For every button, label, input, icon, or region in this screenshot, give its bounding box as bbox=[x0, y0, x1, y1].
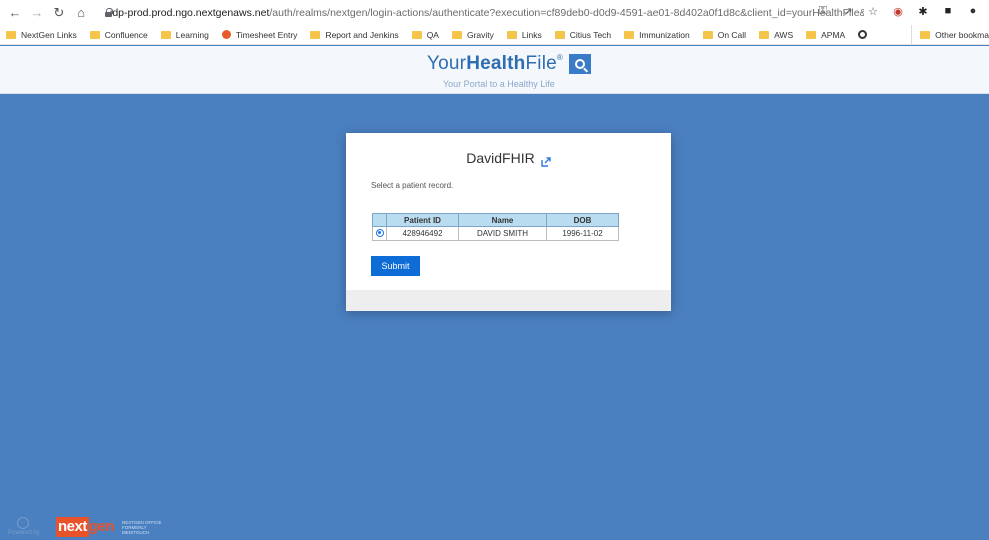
bookmark-globe[interactable] bbox=[858, 30, 868, 39]
column-header-dob: DOB bbox=[546, 213, 619, 227]
logo-text: YourHealthFile® bbox=[427, 53, 563, 75]
url-path: /auth/realms/nextgen/login-actions/authe… bbox=[269, 6, 864, 19]
column-header-name: Name bbox=[458, 213, 547, 227]
puzzle-icon[interactable]: ✱ bbox=[915, 3, 931, 19]
star-icon[interactable]: ☆ bbox=[865, 3, 881, 19]
bookmark-nextgen-links[interactable]: NextGen Links bbox=[6, 30, 77, 40]
folder-icon bbox=[806, 30, 817, 39]
url-host: idp-prod.prod.ngo.nextgenaws.net bbox=[110, 6, 270, 19]
logo-prefix: Your bbox=[427, 53, 467, 74]
profile-avatar-icon[interactable]: ● bbox=[965, 3, 981, 19]
yourhealthfile-logo[interactable]: YourHealthFile® bbox=[427, 53, 592, 75]
back-arrow-icon[interactable]: ← bbox=[6, 4, 24, 22]
patient-table: Patient ID Name DOB 428946492 DAVID SMIT… bbox=[372, 213, 619, 241]
magnifier-icon bbox=[569, 54, 592, 74]
folder-icon bbox=[89, 30, 100, 39]
logo-bold: Health bbox=[466, 53, 526, 74]
powered-by-icon bbox=[17, 517, 29, 529]
submit-button[interactable]: Submit bbox=[371, 256, 420, 276]
folder-icon bbox=[411, 30, 422, 39]
bookmark-learning[interactable]: Learning bbox=[160, 29, 209, 40]
sidebar-icon[interactable]: ■ bbox=[940, 3, 956, 19]
folder-icon bbox=[506, 30, 517, 39]
powered-by-label: Powered by bbox=[8, 530, 40, 536]
browser-toolbar: ← → ↻ ⌂ idp-prod.prod.ngo.nextgenaws.net… bbox=[0, 0, 989, 25]
bookmark-label: Links bbox=[521, 29, 542, 40]
bookmark-apma[interactable]: APMA bbox=[806, 30, 845, 40]
card-footer bbox=[346, 290, 671, 311]
bookmark-timesheet-entry[interactable]: Timesheet Entry bbox=[221, 29, 298, 40]
powered-by: Powered by bbox=[8, 516, 48, 538]
bookmark-label: Immunization bbox=[639, 29, 690, 40]
bookmark-label: NextGen Links bbox=[21, 29, 77, 40]
row-select-cell[interactable] bbox=[372, 226, 387, 241]
folder-icon bbox=[554, 30, 565, 39]
folder-icon bbox=[160, 30, 171, 39]
bookmark-label: QA bbox=[426, 29, 439, 40]
footer-branding: Powered by next gen NEXTGEN OFFICE FORMER… bbox=[8, 514, 166, 540]
folder-icon bbox=[310, 30, 321, 39]
folder-icon bbox=[702, 30, 713, 39]
column-header-patient-id: Patient ID bbox=[386, 213, 459, 227]
bookmark-on-call[interactable]: On Call bbox=[702, 29, 747, 40]
reload-icon[interactable]: ↻ bbox=[50, 4, 68, 22]
brand-gen: gen bbox=[88, 518, 115, 535]
bookmark-label: Citius Tech bbox=[569, 29, 612, 40]
bookmark-immunization[interactable]: Immunization bbox=[624, 30, 690, 40]
account-name: DavidFHIR bbox=[466, 150, 535, 166]
key-icon[interactable]: ⚿ bbox=[815, 3, 831, 19]
extension-glasses-icon[interactable]: ◉ bbox=[890, 3, 906, 19]
bookmark-citius-tech[interactable]: Citius Tech bbox=[554, 29, 612, 40]
forward-arrow-icon[interactable]: → bbox=[28, 4, 46, 22]
bookmark-links[interactable]: Links bbox=[506, 29, 542, 40]
globe-icon bbox=[858, 30, 868, 39]
bookmark-label: Timesheet Entry bbox=[235, 29, 298, 40]
home-icon[interactable]: ⌂ bbox=[72, 4, 90, 22]
external-link-icon[interactable] bbox=[541, 154, 551, 167]
card-title: DavidFHIR bbox=[346, 150, 671, 167]
app-icon bbox=[221, 30, 231, 39]
table-row[interactable]: 428946492 DAVID SMITH 1996-11-02 bbox=[372, 226, 619, 241]
cell-patient-id: 428946492 bbox=[386, 226, 459, 241]
bookmarks-bar: NextGen Links Confluence Learning Timesh… bbox=[0, 25, 989, 45]
logo-suffix: File bbox=[525, 53, 557, 74]
bookmark-label: Confluence bbox=[104, 29, 148, 40]
tagline: Your Portal to a Healthy Life bbox=[443, 79, 555, 89]
instruction-text: Select a patient record. bbox=[371, 181, 454, 190]
select-column-header bbox=[372, 213, 387, 227]
bookmark-label: Learning bbox=[175, 29, 209, 40]
brand-next: next bbox=[56, 517, 89, 537]
bookmark-label: AWS bbox=[774, 29, 794, 40]
bookmark-label: Gravity bbox=[466, 29, 494, 40]
table-header-row: Patient ID Name DOB bbox=[372, 213, 619, 227]
patient-radio[interactable] bbox=[375, 228, 384, 237]
bookmark-label: On Call bbox=[717, 29, 747, 40]
patient-select-card: DavidFHIR Select a patient record. Patie… bbox=[346, 133, 671, 311]
folder-icon bbox=[6, 30, 16, 39]
folder-icon bbox=[920, 31, 931, 39]
folder-icon bbox=[759, 30, 770, 39]
bookmark-label: Report and Jenkins bbox=[325, 29, 399, 40]
other-bookmarks[interactable]: Other bookma bbox=[911, 25, 989, 44]
site-header: YourHealthFile® Your Portal to a Healthy… bbox=[0, 46, 989, 94]
logo-registered: ® bbox=[556, 53, 564, 62]
bookmark-qa[interactable]: QA bbox=[411, 29, 439, 40]
share-icon[interactable]: ↗ bbox=[840, 3, 856, 19]
bookmark-gravity[interactable]: Gravity bbox=[451, 29, 494, 40]
address-bar[interactable]: idp-prod.prod.ngo.nextgenaws.net/auth/re… bbox=[104, 3, 864, 23]
nextgen-logo: next gen bbox=[56, 517, 115, 537]
bookmark-confluence[interactable]: Confluence bbox=[89, 29, 148, 40]
other-bookmarks-label: Other bookma bbox=[935, 30, 989, 40]
bookmark-report-and-jenkins[interactable]: Report and Jenkins bbox=[310, 29, 399, 40]
bookmark-aws[interactable]: AWS bbox=[759, 30, 793, 40]
folder-icon bbox=[624, 30, 635, 39]
nextgen-office-subtitle: NEXTGEN OFFICE FORMERLY MEDITOUCH bbox=[122, 519, 162, 535]
cell-dob: 1996-11-02 bbox=[546, 226, 619, 241]
bookmark-label: APMA bbox=[821, 29, 846, 40]
folder-icon bbox=[451, 30, 462, 39]
cell-name: DAVID SMITH bbox=[458, 226, 547, 241]
